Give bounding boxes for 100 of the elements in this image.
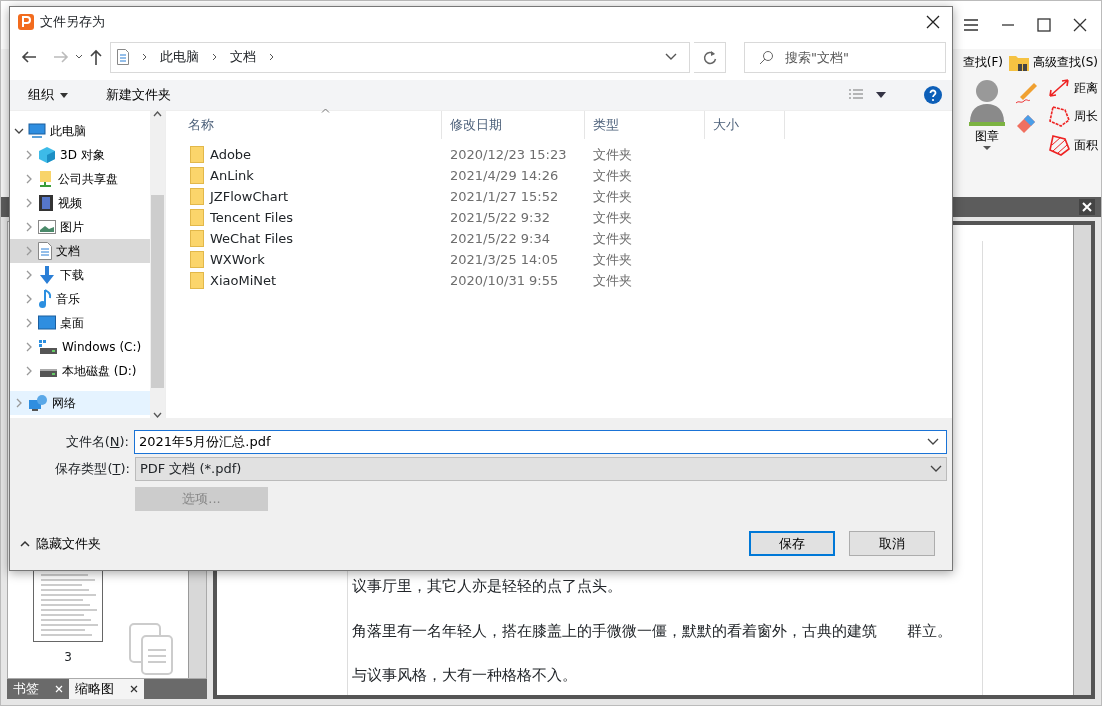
- modified-date: 2021/5/22 9:32: [449, 208, 551, 227]
- close-icon[interactable]: [1079, 199, 1095, 215]
- chevron-right-icon: [24, 246, 34, 256]
- cancel-button[interactable]: 取消: [849, 531, 935, 556]
- file-name[interactable]: WeChat Files: [210, 228, 294, 249]
- column-header[interactable]: 类型: [585, 111, 705, 139]
- chevron-down-icon[interactable]: [153, 412, 162, 418]
- up-arrow-icon[interactable]: [88, 48, 104, 66]
- breadcrumb-item[interactable]: 文档: [230, 47, 256, 67]
- modified-date: 2021/3/25 14:05: [449, 250, 560, 269]
- file-name[interactable]: WXWork: [210, 249, 265, 270]
- help-icon[interactable]: [924, 86, 942, 104]
- hide-folders-toggle[interactable]: 隐藏文件夹: [20, 533, 101, 554]
- sort-caret-icon: [321, 108, 330, 113]
- file-type: 文件夹: [592, 166, 633, 185]
- maximize-icon[interactable]: [1037, 18, 1051, 32]
- close-icon[interactable]: [926, 15, 940, 29]
- advanced-find-button[interactable]: 高级查找(S): [1007, 51, 1099, 73]
- folder-icon: [190, 209, 204, 226]
- chevron-right-icon: [24, 222, 34, 232]
- chevron-down-icon: [14, 126, 24, 136]
- address-bar[interactable]: 此电脑 文档: [110, 41, 690, 73]
- document-icon: [38, 242, 52, 260]
- modified-date: 2020/10/31 9:55: [449, 271, 560, 290]
- scrollbar[interactable]: [1073, 225, 1091, 695]
- find-button[interactable]: 查找(F): [961, 52, 1004, 72]
- film-icon: [38, 194, 54, 212]
- tree-item[interactable]: 文档: [10, 239, 150, 263]
- paragraph: 议事厅里，其它人亦是轻轻的点了点头。: [352, 576, 623, 597]
- tree-item[interactable]: 下载: [10, 263, 150, 287]
- file-name[interactable]: Tencent Files: [210, 207, 294, 228]
- back-arrow-icon[interactable]: [20, 49, 38, 65]
- scrollbar[interactable]: [150, 111, 165, 418]
- panel-tab[interactable]: 缩略图: [69, 679, 144, 699]
- tree-item[interactable]: 桌面: [10, 311, 150, 335]
- folder-icon: [190, 146, 204, 163]
- file-name[interactable]: Adobe: [210, 144, 252, 165]
- tree-item[interactable]: 图片: [10, 215, 150, 239]
- modified-date: 2020/12/23 15:23: [449, 145, 568, 164]
- modified-date: 2021/1/27 15:52: [449, 187, 560, 206]
- breadcrumb-item[interactable]: 此电脑: [160, 47, 199, 67]
- shared-folder-icon: [38, 170, 54, 188]
- chevron-down-icon[interactable]: [927, 438, 939, 446]
- file-type: 文件夹: [592, 208, 633, 227]
- dialog-title: 文件另存为: [40, 13, 105, 32]
- tree-item[interactable]: 3D 对象: [10, 143, 150, 167]
- column-header[interactable]: 名称: [180, 111, 442, 139]
- tree-item[interactable]: 此电脑: [10, 119, 150, 143]
- file-name[interactable]: XiaoMiNet: [210, 270, 277, 291]
- chevron-down-icon: [930, 465, 942, 473]
- chevron-right-icon: [211, 52, 218, 62]
- caret-icon[interactable]: [876, 92, 886, 98]
- caret-icon: [60, 92, 68, 98]
- network-icon: [28, 394, 48, 412]
- file-name[interactable]: JZFlowChart: [210, 186, 289, 207]
- search-field[interactable]: 搜索"文档": [744, 41, 946, 73]
- folder-icon: [190, 188, 204, 205]
- measure-tool-button[interactable]: 距离: [1046, 76, 1099, 100]
- chevron-right-icon: [268, 52, 275, 62]
- file-type-select[interactable]: PDF 文档 (*.pdf): [134, 457, 947, 481]
- close-icon[interactable]: [130, 685, 138, 693]
- refresh-button[interactable]: [694, 41, 726, 73]
- computer-icon: [28, 123, 46, 139]
- chevron-right-icon: [14, 398, 24, 408]
- paragraph: 角落里有一名年轻人，搭在膝盖上的手微微一僵，默默的看着窗外，古典的建筑 群立。: [352, 620, 953, 642]
- chevron-right-icon: [24, 366, 34, 376]
- save-button[interactable]: 保存: [749, 531, 835, 556]
- picture-icon: [38, 220, 56, 234]
- chevron-right-icon: [24, 270, 34, 280]
- refresh-icon: [702, 49, 717, 66]
- chevron-down-icon[interactable]: [74, 53, 84, 61]
- tree-item[interactable]: 音乐: [10, 287, 150, 311]
- desktop-icon: [38, 315, 56, 331]
- tree-item[interactable]: 视频: [10, 191, 150, 215]
- app-logo-icon: [18, 14, 34, 30]
- chevron-up-icon[interactable]: [153, 111, 162, 117]
- chevron-down-icon[interactable]: [665, 53, 677, 61]
- download-arrow-icon: [38, 265, 56, 285]
- music-note-icon: [38, 289, 52, 309]
- organize-menu[interactable]: 组织: [24, 83, 72, 107]
- file-name[interactable]: AnLink: [210, 165, 254, 186]
- measure-tool-button[interactable]: 周长: [1046, 103, 1099, 129]
- chevron-right-icon: [24, 174, 34, 184]
- tree-item[interactable]: 公司共享盘: [10, 167, 150, 191]
- chevron-right-icon: [24, 294, 34, 304]
- new-folder-button[interactable]: 新建文件夹: [102, 83, 175, 107]
- measure-tool-button[interactable]: 面积: [1046, 132, 1099, 158]
- tree-item[interactable]: 网络: [10, 391, 150, 415]
- field-label: 文件名(N):: [64, 433, 129, 452]
- tree-item[interactable]: 本地磁盘 (D:): [10, 359, 150, 383]
- chevron-right-icon: [24, 198, 34, 208]
- caret-icon: [982, 145, 992, 151]
- filename-field[interactable]: 2021年5月份汇总.pdf: [134, 430, 947, 454]
- menu-icon[interactable]: [963, 18, 979, 32]
- close-icon[interactable]: [1073, 18, 1087, 32]
- column-header[interactable]: 大小: [705, 111, 785, 139]
- file-type: 文件夹: [592, 187, 633, 206]
- stamp-button[interactable]: 图章: [966, 76, 1008, 158]
- tree-item[interactable]: Windows (C:): [10, 335, 150, 359]
- column-header[interactable]: 修改日期: [442, 111, 585, 139]
